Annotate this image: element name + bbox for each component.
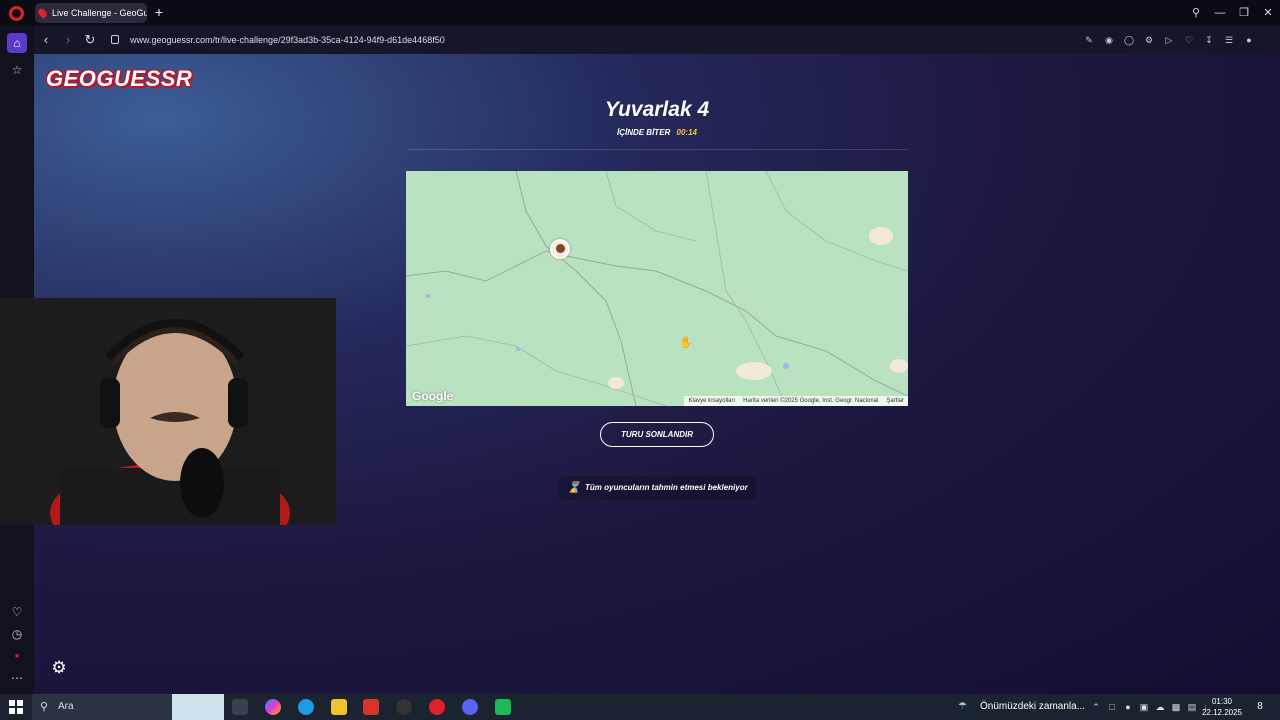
geoguessr-favicon-icon — [36, 6, 49, 20]
obs-icon[interactable] — [396, 699, 412, 715]
map-attribution: Klavye kısayolları Harita verileri ©2025… — [684, 396, 908, 406]
map-road — [765, 171, 908, 272]
opera-logo-icon[interactable] — [9, 6, 24, 21]
microphone-icon[interactable]: ● — [1122, 701, 1134, 713]
search-icon: ⚲ — [40, 701, 49, 713]
map-terrain — [406, 171, 908, 406]
address-bar-tools: ✎ ◉ ◯ ⚙ ▷ ♡ ↧ ☰ ● — [1082, 33, 1256, 47]
lock-icon[interactable] — [111, 35, 119, 44]
webcam-overlay — [0, 298, 336, 525]
edit-icon[interactable]: ✎ — [1082, 33, 1096, 47]
clock-time: 01:30 — [1211, 697, 1233, 706]
opera-icon[interactable]: ● — [7, 646, 27, 666]
new-tab-button[interactable]: + — [152, 4, 166, 20]
round-timer: İÇİNDE BİTER 00:14 — [507, 128, 807, 137]
extension-icon[interactable]: ⚙ — [1142, 33, 1156, 47]
history-icon[interactable]: ◷ — [7, 624, 27, 644]
search-placeholder: Ara — [58, 701, 74, 712]
windows-taskbar: ⚲ Ara ☂ Önümüzdeki zamanla... ⌃ □ ● ▣ ☁ … — [0, 694, 1280, 720]
clock-date: 22.12.2025 — [1201, 708, 1243, 717]
profile-icon[interactable]: ● — [1242, 33, 1256, 47]
settings-gear-icon[interactable]: ⚙ — [50, 659, 68, 677]
restore-icon[interactable]: ❐ — [1232, 0, 1256, 26]
terms-link[interactable]: Şartlar — [886, 396, 904, 406]
reload-icon[interactable]: ↻ — [83, 33, 97, 47]
player-avatar-marker[interactable] — [550, 239, 570, 259]
weather-widget[interactable]: ☂ Önümüzdeki zamanla... — [958, 694, 1085, 720]
map-town — [608, 377, 624, 389]
camera-tray-icon[interactable]: ▣ — [1138, 701, 1150, 713]
end-round-button[interactable]: TURU SONLANDIR — [600, 422, 714, 447]
task-view-icon[interactable] — [232, 699, 248, 715]
favorites-icon[interactable]: ♡ — [7, 602, 27, 622]
back-icon[interactable]: ‹ — [39, 33, 53, 47]
timer-label: İÇİNDE BİTER — [616, 128, 671, 137]
copilot-icon[interactable] — [265, 699, 281, 715]
taskbar-clock[interactable]: 01:30 22.12.2025 — [1200, 696, 1244, 718]
shield-icon[interactable]: ◯ — [1122, 33, 1136, 47]
discord-icon[interactable] — [462, 699, 478, 715]
home-icon[interactable]: ⌂ — [7, 33, 27, 53]
taskbar-search[interactable]: ⚲ Ara — [32, 694, 224, 720]
keyboard-shortcuts-link[interactable]: Klavye kısayolları — [688, 396, 735, 406]
window-controls: ⚲ — ❐ ✕ — [1184, 0, 1280, 26]
hourglass-icon: ⌛ — [567, 482, 581, 494]
weather-text: Önümüzdeki zamanla... — [980, 701, 1086, 712]
spreadsheet-icon[interactable] — [495, 699, 511, 715]
google-logo: Google — [412, 389, 454, 403]
search-highlight-image — [172, 694, 224, 720]
address-bar: ‹ › ↻ www.geoguessr.com/tr/live-challeng… — [34, 26, 1280, 54]
url-field[interactable]: www.geoguessr.com/tr/live-challenge/29f3… — [130, 33, 445, 47]
camera-icon[interactable]: ◉ — [1102, 33, 1116, 47]
network-icon[interactable]: ▤ — [1186, 701, 1198, 713]
map-town — [736, 362, 772, 380]
map-road — [605, 171, 697, 242]
notification-count: 8 — [1257, 701, 1263, 712]
opera-taskbar-icon[interactable] — [429, 699, 445, 715]
hand-cursor-icon: ✋ — [679, 337, 693, 349]
streamer-webcam-image — [0, 298, 336, 525]
tab-title: Live Challenge - GeoGues — [52, 8, 147, 18]
map-data-text: Harita verileri ©2025 Google, Inst. Geog… — [743, 398, 879, 404]
menu-icon[interactable]: ☰ — [1222, 33, 1236, 47]
map-lake — [783, 363, 789, 369]
map-town — [869, 227, 893, 245]
download-icon[interactable]: ↧ — [1202, 33, 1216, 47]
map-road — [515, 171, 637, 406]
forward-icon[interactable]: › — [61, 33, 75, 47]
map-lake — [516, 347, 520, 351]
chevron-up-icon[interactable]: ⌃ — [1090, 701, 1102, 713]
cloud-icon[interactable]: ☁ — [1154, 701, 1166, 713]
close-icon[interactable]: ✕ — [1256, 0, 1280, 26]
file-explorer-icon[interactable] — [331, 699, 347, 715]
waiting-status: ⌛ Tüm oyuncuların tahmin etmesi bekleniy… — [559, 476, 756, 500]
timer-value: 00:14 — [676, 128, 698, 137]
map-road — [406, 250, 908, 397]
guess-map[interactable]: ✋ Google Klavye kısayolları Harita veril… — [406, 171, 908, 406]
notifications-icon[interactable]: 8 — [1253, 700, 1267, 714]
browser-tab[interactable]: Live Challenge - GeoGues — [35, 3, 147, 23]
round-title: Yuvarlak 4 — [604, 98, 710, 121]
waiting-message: Tüm oyuncuların tahmin etmesi bekleniyor — [585, 483, 748, 492]
divider — [407, 149, 908, 150]
minimize-icon[interactable]: — — [1208, 0, 1232, 26]
edge-icon[interactable] — [298, 699, 314, 715]
search-tabs-icon[interactable]: ⚲ — [1184, 0, 1208, 26]
browser-tab-bar: Live Challenge - GeoGues + ⚲ — ❐ ✕ — [0, 0, 1280, 26]
windows-start-icon[interactable] — [9, 700, 23, 714]
system-tray: ⌃ □ ● ▣ ☁ ▩ ▤ ♩ — [1090, 701, 1214, 713]
geoguessr-logo[interactable]: GEOGUESSR — [46, 66, 192, 92]
heart-icon[interactable]: ♡ — [1182, 33, 1196, 47]
tray-app-icon[interactable]: □ — [1106, 701, 1118, 713]
display-icon[interactable]: ▩ — [1170, 701, 1182, 713]
more-icon[interactable]: ⋯ — [7, 668, 27, 688]
app-icon[interactable] — [363, 699, 379, 715]
weather-icon: ☂ — [958, 701, 967, 712]
star-icon[interactable]: ☆ — [7, 60, 27, 80]
play-icon[interactable]: ▷ — [1162, 33, 1176, 47]
map-town — [890, 359, 908, 373]
map-lake — [426, 294, 430, 298]
